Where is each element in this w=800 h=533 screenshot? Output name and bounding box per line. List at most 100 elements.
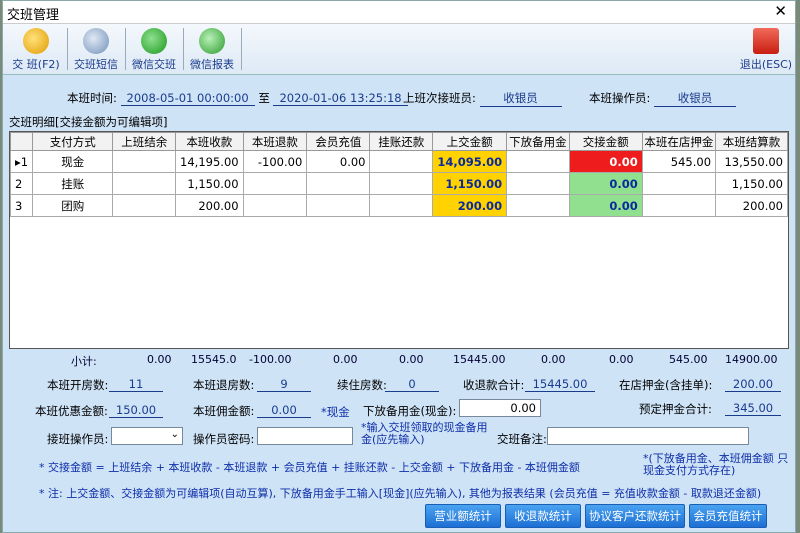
- remark-input[interactable]: [547, 427, 749, 445]
- cell-reserve: [506, 172, 570, 195]
- refund-stats-button[interactable]: 收退款统计: [505, 504, 581, 528]
- cell-handin[interactable]: 200.00: [432, 194, 508, 217]
- operator-value: 收银员: [654, 90, 737, 107]
- subtotal-member: 0.00: [333, 353, 358, 366]
- cell-deposit: [641, 194, 717, 217]
- open-rooms: 11: [109, 377, 163, 392]
- handover-operator-select[interactable]: ⌄: [111, 427, 183, 445]
- handover-table[interactable]: 支付方式 上班结余 本班收款 本班退款 会员充值 挂账还款 上交金额 下放备用金 交接金额 本班在…: [9, 131, 789, 349]
- chevron-down-icon: ⌄: [170, 429, 179, 440]
- subtotal-handover: 0.00: [609, 353, 634, 366]
- wechat-handover-button[interactable]: 微信交班: [125, 26, 183, 72]
- cell-refund: [242, 172, 308, 195]
- shift-operator: 本班操作员: 收银员: [589, 90, 737, 107]
- column-header: 本班在店押金: [641, 132, 717, 151]
- continue-rooms: 0: [385, 377, 439, 392]
- cell-member: [306, 172, 371, 195]
- cell-refund: [242, 194, 308, 217]
- revenue-stats-button[interactable]: 营业额统计: [425, 504, 501, 528]
- cell-handin[interactable]: 14,095.00: [432, 150, 508, 173]
- cell-handover[interactable]: 0.00: [568, 150, 643, 173]
- cell-credit: [369, 150, 434, 173]
- cell-member: [306, 194, 371, 217]
- password-input[interactable]: [257, 427, 353, 445]
- subtotal-credit: 0.00: [399, 353, 424, 366]
- refund-total: 15445.00: [525, 377, 595, 392]
- member-recharge-stats-button[interactable]: 会员充值统计: [689, 504, 767, 528]
- column-header: 本班退款: [242, 132, 308, 151]
- window: 交班管理 ✕ 交 班(F2) 交班短信 微信交班 微信报表 退出(ESC) 本班…: [2, 0, 796, 533]
- booking-deposit: 345.00: [725, 401, 781, 416]
- table-row[interactable]: ▸1 现金 14,195.00 -100.00 0.00 14,095.00 0.00 545…: [10, 150, 788, 173]
- table-row[interactable]: 3 团购 200.00 200.00 0.00 200.00: [10, 194, 788, 217]
- cell-deposit: 545.00: [641, 150, 717, 173]
- subtotal-settle: 14900.00: [725, 353, 778, 366]
- cell-prev: [112, 194, 177, 217]
- next-shift-value: 收银员: [479, 90, 562, 107]
- subtotal-label: 小计:: [71, 355, 97, 368]
- cell-reserve: [506, 194, 570, 217]
- title-bar: 交班管理 ✕: [3, 1, 795, 24]
- window-title: 交班管理: [7, 8, 60, 23]
- cell-member: 0.00: [306, 150, 371, 173]
- cell-reserve: [506, 150, 570, 173]
- cell-no: ▸1: [10, 150, 34, 173]
- subtotal-reserve: 0.00: [541, 353, 566, 366]
- checkout-rooms: 9: [257, 377, 311, 392]
- column-header: 下放备用金: [506, 132, 570, 151]
- cell-settle: 13,550.00: [715, 150, 788, 173]
- cell-handin[interactable]: 1,150.00: [432, 172, 508, 195]
- subtotal-deposit: 545.00: [669, 353, 708, 366]
- cell-method: 现金: [32, 150, 114, 173]
- column-header: 本班收款: [175, 132, 244, 151]
- detail-title: 交班明细[交接金额为可编辑项]: [9, 115, 168, 129]
- shift-time: 本班时间: 2008-05-01 00:00:00 至 2020-01-06 1…: [67, 90, 408, 106]
- cell-prev: [112, 150, 177, 173]
- cell-no: 2: [10, 172, 34, 195]
- cell-refund: -100.00: [242, 150, 308, 173]
- cell-credit: [369, 194, 434, 217]
- column-header: 交接金额: [568, 132, 643, 151]
- cell-credit: [369, 172, 434, 195]
- exit-icon: [753, 28, 779, 54]
- sms-icon: [83, 28, 109, 54]
- column-header: 上班结余: [112, 132, 177, 151]
- cell-deposit: [641, 172, 717, 195]
- client-repay-stats-button[interactable]: 协议客户还款统计: [585, 504, 685, 528]
- next-shift: 上班次接班员: 收银员: [403, 90, 562, 107]
- cell-recv: 14,195.00: [175, 150, 244, 173]
- sms-button[interactable]: 交班短信: [67, 26, 125, 72]
- key-people-icon: [23, 28, 49, 54]
- cell-recv: 200.00: [175, 194, 244, 217]
- column-header: 支付方式: [32, 132, 114, 151]
- subtotal-recv: 15545.0: [191, 353, 237, 366]
- column-header: 挂账还款: [369, 132, 434, 151]
- cell-method: 挂账: [32, 172, 114, 195]
- cell-settle: 1,150.00: [715, 172, 788, 195]
- wechat-check-icon: [141, 28, 167, 54]
- column-header: 会员充值: [306, 132, 371, 151]
- shift-end: 2020-01-06 13:25:18: [273, 91, 408, 106]
- table-row[interactable]: 2 挂账 1,150.00 1,150.00 0.00 1,150.00: [10, 172, 788, 195]
- toolbar: 交 班(F2) 交班短信 微信交班 微信报表 退出(ESC): [3, 24, 795, 75]
- cell-recv: 1,150.00: [175, 172, 244, 195]
- close-icon[interactable]: ✕: [774, 2, 787, 20]
- cell-method: 团购: [32, 194, 114, 217]
- discount: 150.00: [109, 403, 163, 418]
- commission: 0.00: [257, 403, 311, 418]
- wechat-report-button[interactable]: 微信报表: [183, 26, 241, 72]
- cell-settle: 200.00: [715, 194, 788, 217]
- column-header: 上交金额: [432, 132, 508, 151]
- reserve-input[interactable]: 0.00: [459, 399, 541, 417]
- cell-no: 3: [10, 194, 34, 217]
- cell-handover[interactable]: 0.00: [568, 194, 643, 217]
- column-header: [10, 132, 34, 151]
- shift-start: 2008-05-01 00:00:00: [120, 91, 255, 106]
- exit-button[interactable]: 退出(ESC): [737, 26, 795, 72]
- subtotal-refund: -100.00: [249, 353, 292, 366]
- handover-button[interactable]: 交 班(F2): [7, 26, 65, 72]
- column-header: 本班结算款: [715, 132, 788, 151]
- cell-handover[interactable]: 0.00: [568, 172, 643, 195]
- subtotal-prev: 0.00: [147, 353, 172, 366]
- wechat-report-icon: [199, 28, 225, 54]
